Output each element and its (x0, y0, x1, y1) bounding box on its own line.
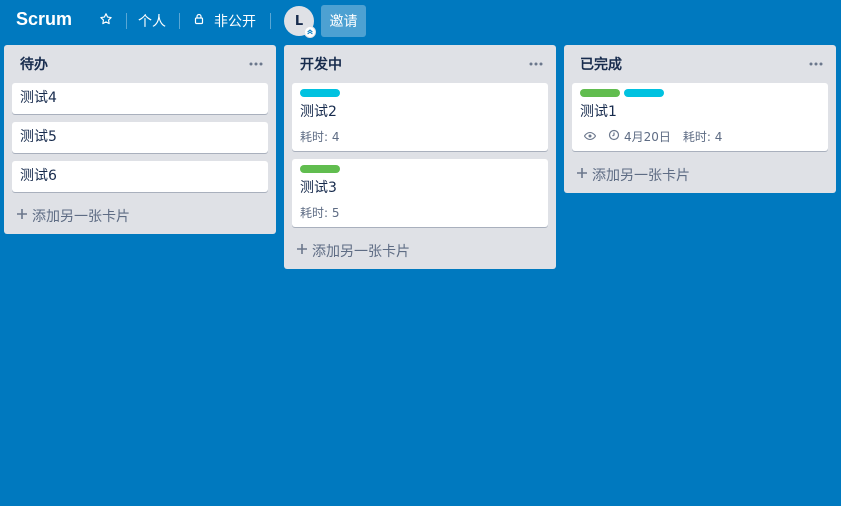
invite-button[interactable]: 邀请 (321, 5, 366, 37)
add-card-button[interactable]: 添加另一张卡片 (284, 233, 556, 269)
avatar[interactable]: L (284, 6, 316, 38)
card[interactable]: 测试4 (12, 83, 268, 114)
plus-icon (16, 208, 28, 224)
card[interactable]: 测试6 (12, 161, 268, 192)
add-card-button[interactable]: 添加另一张卡片 (4, 198, 276, 234)
list-title[interactable]: 待办 (20, 54, 48, 74)
list-header: 待办 (4, 45, 276, 83)
card-badges: 耗时: 4 (300, 128, 540, 144)
due-date-badge[interactable]: 4月20日 (608, 128, 671, 145)
star-button[interactable] (96, 6, 116, 36)
card-title: 测试5 (20, 129, 57, 145)
card-title: 测试6 (20, 168, 57, 184)
card[interactable]: 测试3 耗时: 5 (292, 159, 548, 227)
card-title: 测试4 (20, 90, 57, 106)
time-spent-badge: 耗时: 4 (300, 129, 340, 144)
card-label[interactable] (624, 89, 664, 97)
header-divider (126, 13, 127, 29)
header-divider (179, 13, 180, 29)
visibility-button[interactable]: 非公开 (193, 6, 256, 36)
card-label[interactable] (300, 165, 340, 173)
list-header: 开发中 (284, 45, 556, 83)
team-label: 个人 (138, 14, 166, 30)
more-icon[interactable] (244, 52, 268, 76)
time-spent-badge: 耗时: 4 (682, 129, 723, 144)
card-title: 测试2 (300, 104, 337, 120)
time-spent-badge: 耗时: 5 (300, 205, 340, 220)
star-icon (99, 12, 113, 30)
header-divider (270, 13, 271, 29)
list-in-progress: 开发中 测试2 耗时: 4 测试3 耗时: 5 添加另一张卡片 (284, 45, 556, 269)
card-badges: 4月20日 耗时: 4 (580, 128, 820, 144)
add-card-label: 添加另一张卡片 (312, 244, 410, 260)
more-icon[interactable] (524, 52, 548, 76)
card-labels (580, 89, 820, 97)
card-title: 测试3 (300, 180, 337, 196)
card-title: 测试1 (580, 104, 617, 120)
list-done: 已完成 测试1 4月20日 耗时: 4 添加另一张卡片 (564, 45, 836, 193)
card-label[interactable] (580, 89, 620, 97)
plus-icon (296, 243, 308, 259)
lock-icon (193, 13, 205, 29)
visibility-label: 非公开 (214, 14, 256, 30)
card-badges: 耗时: 5 (300, 204, 540, 220)
list-header: 已完成 (564, 45, 836, 83)
add-card-button[interactable]: 添加另一张卡片 (564, 157, 836, 193)
card-labels (300, 165, 540, 173)
board-title[interactable]: Scrum (16, 9, 72, 30)
plus-icon (576, 167, 588, 183)
due-date-label: 4月20日 (624, 129, 671, 144)
list-title[interactable]: 已完成 (580, 54, 622, 74)
avatar-initial: L (294, 13, 304, 29)
eye-icon (584, 130, 596, 142)
team-button[interactable]: 个人 (138, 6, 166, 36)
add-card-label: 添加另一张卡片 (32, 209, 130, 225)
clock-icon (608, 129, 620, 144)
add-card-label: 添加另一张卡片 (592, 168, 690, 184)
card[interactable]: 测试1 4月20日 耗时: 4 (572, 83, 828, 151)
card[interactable]: 测试5 (12, 122, 268, 153)
card-label[interactable] (300, 89, 340, 97)
list-title[interactable]: 开发中 (300, 54, 342, 74)
more-icon[interactable] (804, 52, 828, 76)
admin-badge-icon (304, 26, 316, 38)
list-todo: 待办 测试4 测试5 测试6 添加另一张卡片 (4, 45, 276, 234)
card-labels (300, 89, 540, 97)
board-header: Scrum 个人 非公开 L 邀请 (0, 0, 841, 42)
card[interactable]: 测试2 耗时: 4 (292, 83, 548, 151)
